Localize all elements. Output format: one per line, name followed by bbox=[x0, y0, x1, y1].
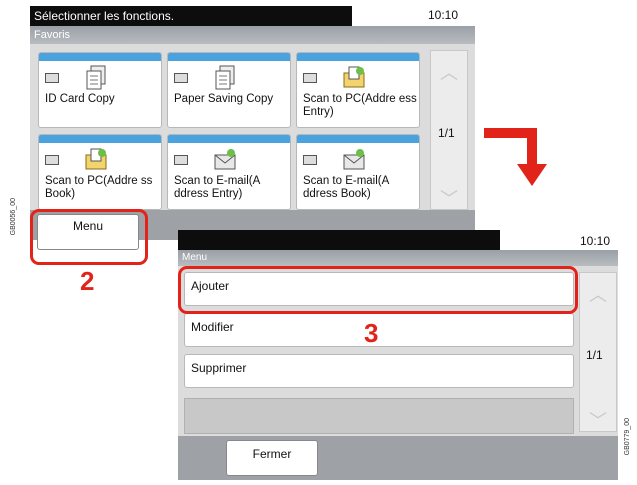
scroll-up-button[interactable]: ︿ bbox=[580, 281, 616, 307]
ajouter-highlight bbox=[178, 266, 578, 314]
screen2-figure-code: GB0779_00 bbox=[624, 418, 631, 456]
scan-folder-icon bbox=[85, 148, 107, 170]
close-button[interactable]: Fermer bbox=[226, 440, 318, 476]
tile-label: Scan to PC(Addre ss Book) bbox=[45, 175, 153, 200]
transition-arrow bbox=[484, 128, 532, 138]
menu-item-modifier[interactable]: Modifier bbox=[184, 313, 574, 347]
copy-document-icon bbox=[86, 65, 106, 90]
screen2-title-bar bbox=[178, 230, 500, 250]
tile-scan-to-pc-address-entry[interactable]: Scan to PC(Addre ess Entry) bbox=[296, 52, 420, 128]
menu-item-supprimer[interactable]: Supprimer bbox=[184, 354, 574, 388]
tile-scan-to-email-address-entry[interactable]: Scan to E-mail(A ddress Entry) bbox=[167, 134, 291, 210]
tile-label: ID Card Copy bbox=[45, 93, 115, 105]
screen1-title-bar: Sélectionner les fonctions. bbox=[30, 6, 352, 26]
printer-icon bbox=[45, 73, 59, 83]
step-3-marker: 3 bbox=[364, 318, 379, 348]
copy-document-icon bbox=[215, 65, 235, 90]
scanner-icon bbox=[174, 155, 188, 165]
menu-item-label: Supprimer bbox=[191, 361, 247, 375]
menu-highlight bbox=[30, 209, 148, 265]
scan-email-icon bbox=[214, 149, 236, 170]
screen1-figure-code: GB0056_00 bbox=[10, 198, 17, 236]
printer-icon bbox=[174, 73, 188, 83]
menu-item-label: Modifier bbox=[191, 320, 234, 334]
screen1-clock: 10:10 bbox=[428, 8, 459, 22]
tile-label: Scan to E-mail(A ddress Book) bbox=[303, 175, 389, 200]
tile-label: Scan to PC(Addre ess Entry) bbox=[303, 93, 417, 118]
tile-label: Scan to E-mail(A ddress Entry) bbox=[174, 175, 260, 200]
tile-scan-to-email-address-book[interactable]: Scan to E-mail(A ddress Book) bbox=[296, 134, 420, 210]
tile-scan-to-pc-address-book[interactable]: Scan to PC(Addre ss Book) bbox=[38, 134, 162, 210]
screen1-title: Sélectionner les fonctions. bbox=[34, 9, 175, 23]
step-2-marker: 2 bbox=[80, 266, 95, 296]
tile-label: Paper Saving Copy bbox=[174, 93, 274, 105]
screen1-page-indicator: 1/1 bbox=[438, 126, 455, 140]
scan-folder-icon bbox=[343, 66, 365, 88]
tile-id-card-copy[interactable]: ID Card Copy bbox=[38, 52, 162, 128]
scanner-icon bbox=[45, 155, 59, 165]
tile-paper-saving-copy[interactable]: Paper Saving Copy bbox=[167, 52, 291, 128]
arrow-down-icon bbox=[517, 164, 547, 186]
scroll-down-button[interactable]: ﹀ bbox=[580, 407, 616, 433]
scanner-icon bbox=[303, 155, 317, 165]
scroll-down-button[interactable]: ﹀ bbox=[431, 185, 467, 211]
scanner-icon bbox=[303, 73, 317, 83]
screen2-page-indicator: 1/1 bbox=[586, 348, 603, 362]
menu-header: Menu bbox=[178, 250, 618, 266]
screen2-clock: 10:10 bbox=[580, 234, 611, 248]
favorites-header: Favoris bbox=[30, 26, 475, 44]
transition-arrow-stem bbox=[527, 128, 537, 168]
empty-row bbox=[184, 398, 574, 434]
scroll-up-button[interactable]: ︿ bbox=[431, 59, 467, 85]
scan-email-icon bbox=[343, 149, 365, 170]
